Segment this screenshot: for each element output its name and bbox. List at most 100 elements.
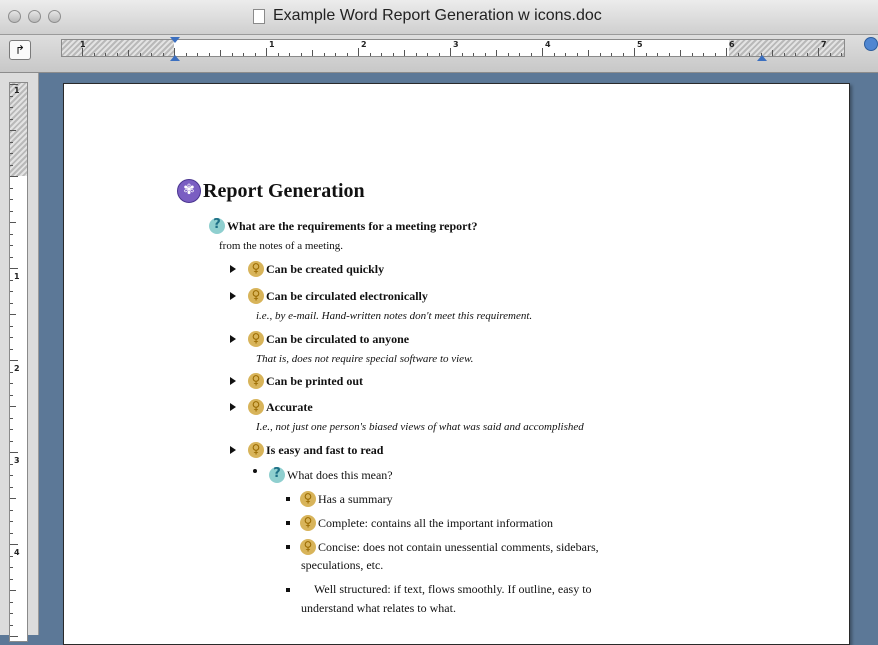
- ruler-tick: [151, 53, 152, 56]
- ruler-tick: [93, 53, 95, 56]
- ruler-tick: [369, 53, 371, 56]
- ruler-tick: [10, 521, 13, 522]
- ruler-number: 3: [14, 456, 20, 465]
- ruler-tick: [599, 53, 601, 56]
- ruler-tick: [737, 53, 739, 56]
- square-bullet-icon: [286, 497, 290, 501]
- list-item: ♀ Accurate: [230, 399, 313, 415]
- ruler-number: 4: [545, 40, 551, 49]
- ruler-tick: [772, 50, 773, 56]
- ruler-tick: [714, 53, 716, 56]
- ruler-number: 1: [14, 86, 20, 95]
- disclosure-triangle-icon[interactable]: [230, 292, 236, 300]
- ruler-tick: [208, 53, 210, 56]
- sub-item: ♀ Has a summary: [286, 491, 393, 507]
- ruler-tick: [10, 360, 18, 361]
- first-line-indent-marker[interactable]: [170, 37, 180, 43]
- ruler-tick: [10, 406, 16, 407]
- ruler-tick: [703, 53, 704, 56]
- ruler-tick: [10, 153, 13, 154]
- ruler-tick: [10, 475, 13, 476]
- close-button[interactable]: [8, 10, 21, 23]
- sub-item: ♀ Complete: contains all the important i…: [286, 515, 553, 531]
- ruler-tick: [818, 48, 819, 56]
- ruler-tick: [10, 452, 18, 453]
- disclosure-triangle-icon[interactable]: [230, 335, 236, 343]
- ruler-tick: [139, 53, 141, 56]
- ruler-tick: [197, 53, 198, 56]
- lightbulb-icon: ♀: [248, 288, 264, 304]
- main-question-text: What are the requirements for a meeting …: [227, 218, 478, 233]
- ruler-tick: [10, 613, 13, 614]
- ruler-tick: [162, 53, 164, 56]
- ruler-tick: [10, 302, 13, 304]
- sub-item-text: Concise: does not contain unessential co…: [318, 539, 599, 554]
- ruler-toolbar: ↱ 1 1 2 3 4 5 6 7: [0, 35, 878, 73]
- lightbulb-icon: ♀: [300, 515, 316, 531]
- ruler-number: 2: [14, 364, 20, 373]
- document-heading: Report Generation: [203, 179, 365, 202]
- ruler-tick: [82, 48, 83, 56]
- minimize-button[interactable]: [28, 10, 41, 23]
- ruler-tick: [553, 53, 555, 56]
- lightbulb-icon: ♀: [248, 373, 264, 389]
- sub-question-text: What does this mean?: [287, 467, 393, 482]
- ruler-tick: [185, 53, 187, 56]
- square-bullet-icon: [286, 587, 290, 592]
- ruler-tick: [381, 53, 382, 56]
- square-bullet-icon: [286, 521, 290, 525]
- square-bullet-icon: [286, 545, 290, 549]
- ruler-number: 3: [453, 40, 459, 49]
- ruler-tick: [277, 53, 279, 56]
- ruler-tick: [128, 50, 129, 56]
- ruler-tick: [10, 567, 13, 568]
- ruler-tick: [496, 50, 497, 56]
- ruler-tick: [10, 429, 13, 430]
- main-question-note: from the notes of a meeting.: [219, 240, 344, 252]
- ruler-tick: [10, 314, 16, 315]
- ruler-tick: [726, 48, 727, 56]
- ruler-tick: [346, 53, 348, 56]
- zoom-button[interactable]: [48, 10, 61, 23]
- list-item: ♀ Is easy and fast to read: [230, 442, 383, 458]
- list-item: ♀ Can be printed out: [230, 373, 363, 389]
- ruler-tick: [10, 279, 13, 281]
- ruler-tick: [507, 53, 509, 56]
- right-indent-marker[interactable]: [757, 55, 767, 61]
- bullet-icon: [253, 469, 257, 473]
- ruler-tick: [10, 130, 16, 131]
- ruler-tick: [10, 532, 13, 534]
- disclosure-triangle-icon[interactable]: [230, 377, 236, 385]
- sub-item-continuation: speculations, etc.: [301, 558, 384, 572]
- ruler-tick: [10, 210, 13, 212]
- ruler-tick: [10, 199, 13, 200]
- ruler-tick: [749, 53, 750, 56]
- ruler-number: 5: [637, 40, 643, 49]
- item-note: I.e., not just one person's biased views…: [256, 421, 584, 433]
- ruler-tick: [450, 48, 451, 56]
- disclosure-triangle-icon[interactable]: [230, 446, 236, 454]
- ruler-tick: [10, 624, 13, 626]
- ruler-tick: [10, 245, 13, 246]
- ruler-toggle-button[interactable]: [864, 37, 878, 51]
- left-indent-marker[interactable]: [170, 55, 180, 61]
- ruler-tick: [10, 118, 13, 120]
- ruler-tick: [10, 256, 13, 258]
- lightbulb-icon: ♀: [248, 442, 264, 458]
- ruler-tick: [10, 498, 16, 499]
- disclosure-triangle-icon[interactable]: [230, 403, 236, 411]
- ruler-tick: [10, 601, 13, 603]
- item-label: Can be circulated electronically: [266, 288, 428, 303]
- tab-stop-selector[interactable]: ↱: [9, 40, 31, 60]
- ruler-tick: [10, 141, 13, 143]
- vertical-ruler[interactable]: 1 1 2 3 4: [9, 82, 28, 642]
- ruler-tick: [519, 53, 520, 56]
- ruler-tick: [323, 53, 325, 56]
- ruler-tick: [10, 590, 16, 591]
- ruler-tick: [10, 164, 13, 166]
- document-page[interactable]: ✾ Report Generation ? What are the requi…: [63, 83, 850, 645]
- disclosure-triangle-icon[interactable]: [230, 265, 236, 273]
- ruler-tick: [829, 53, 831, 56]
- ruler-tick: [289, 53, 290, 56]
- ruler-tick: [10, 371, 13, 373]
